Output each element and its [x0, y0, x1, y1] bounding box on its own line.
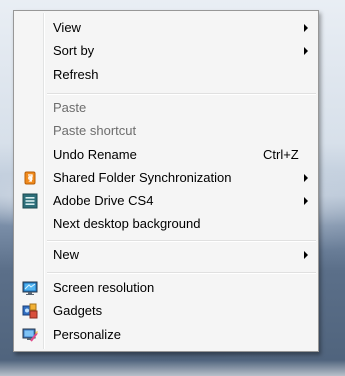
menu-item-label: Adobe Drive CS4: [53, 193, 154, 208]
menu-item-label: Shared Folder Synchronization: [53, 170, 232, 185]
menu-item-sort-by[interactable]: Sort by: [16, 40, 316, 62]
screen-resolution-icon: [22, 281, 38, 295]
menu-separator: [47, 240, 316, 242]
menu-item-new[interactable]: New: [16, 244, 316, 266]
menu-item-next-desktop-background[interactable]: Next desktop background: [16, 213, 316, 235]
menu-item-label: Gadgets: [53, 303, 103, 318]
menu-separator: [47, 272, 316, 274]
menu-item-screen-resolution[interactable]: Screen resolution: [16, 277, 316, 299]
gadgets-icon: [22, 303, 38, 319]
menu-item-paste-shortcut[interactable]: Paste shortcut: [16, 120, 316, 142]
shared-folder-sync-icon: [24, 171, 36, 185]
menu-item-refresh[interactable]: Refresh: [16, 64, 316, 86]
menu-item-label: Paste shortcut: [53, 123, 137, 138]
submenu-arrow-icon: [304, 251, 308, 259]
menu-item-shortcut: Ctrl+Z: [263, 147, 299, 162]
desktop-bottom-fade: [0, 360, 345, 376]
menu-separator: [47, 93, 316, 95]
menu-item-view[interactable]: View: [16, 17, 316, 39]
menu-item-label: Undo Rename: [53, 147, 137, 162]
menu-item-label: Screen resolution: [53, 280, 155, 295]
submenu-arrow-icon: [304, 197, 308, 205]
menu-item-label: Refresh: [53, 67, 99, 82]
submenu-arrow-icon: [304, 24, 308, 32]
desktop-context-menu: View Sort by Refresh Paste Paste shortcu…: [13, 10, 319, 352]
menu-item-label: View: [53, 20, 81, 35]
menu-item-label: Next desktop background: [53, 216, 201, 231]
menu-item-label: Paste: [53, 100, 87, 115]
submenu-arrow-icon: [304, 174, 308, 182]
menu-item-adobe-drive[interactable]: Adobe Drive CS4: [16, 190, 316, 212]
menu-item-gadgets[interactable]: Gadgets: [16, 300, 316, 322]
menu-item-personalize[interactable]: Personalize: [16, 324, 316, 346]
menu-item-undo-rename[interactable]: Undo Rename Ctrl+Z: [16, 144, 316, 166]
menu-item-label: New: [53, 247, 80, 262]
adobe-drive-icon: [22, 193, 38, 209]
personalize-icon: [22, 328, 38, 342]
menu-item-paste[interactable]: Paste: [16, 97, 316, 119]
submenu-arrow-icon: [304, 47, 308, 55]
menu-item-shared-folder-sync[interactable]: Shared Folder Synchronization: [16, 167, 316, 189]
menu-item-label: Personalize: [53, 327, 121, 342]
menu-item-label: Sort by: [53, 43, 95, 58]
